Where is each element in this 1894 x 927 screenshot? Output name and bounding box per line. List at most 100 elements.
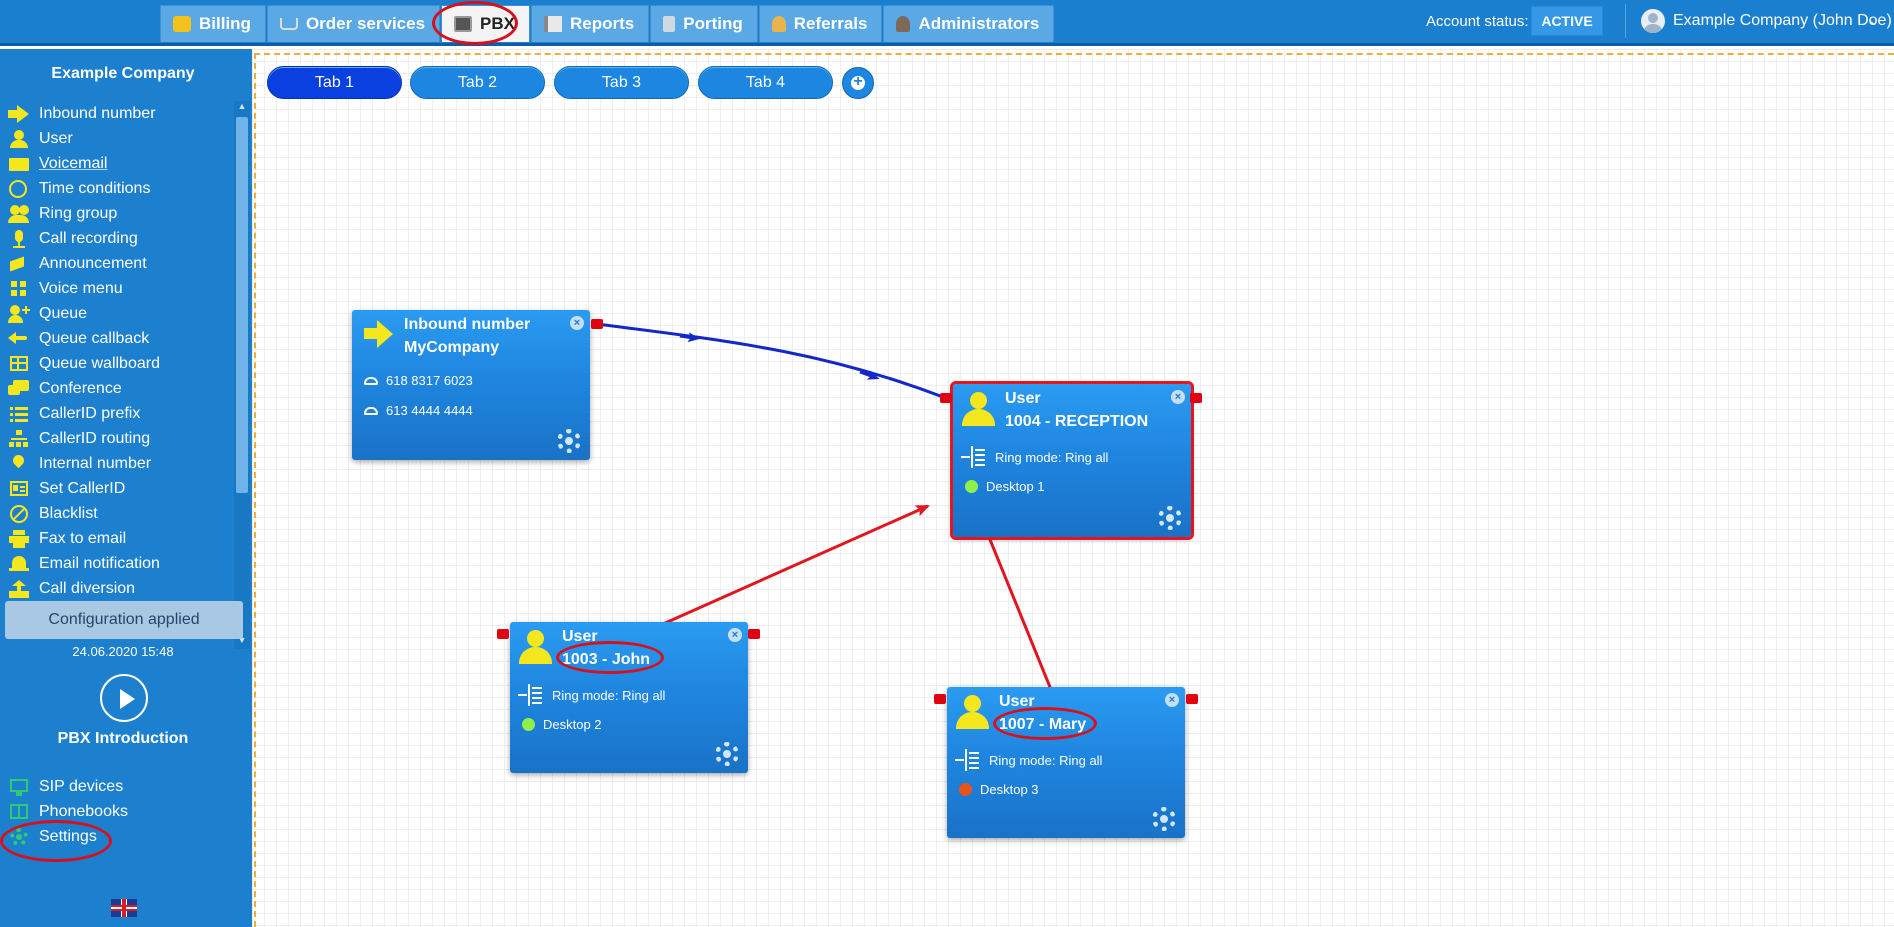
ring-mode-icon	[961, 446, 987, 468]
connector-port[interactable]	[940, 393, 952, 403]
sidebar-item-settings[interactable]: Settings	[0, 824, 246, 849]
connector-port[interactable]	[1190, 393, 1202, 403]
sidebar-item-email-notification[interactable]: Email notification	[0, 551, 234, 576]
ring-mode-icon	[518, 684, 544, 706]
inbound-number-row: 618 8317 6023	[364, 373, 473, 388]
gear-icon[interactable]	[1158, 506, 1182, 530]
sidebar-item-queue[interactable]: Queue	[0, 301, 234, 326]
upload-icon	[8, 579, 30, 598]
connector-port[interactable]	[591, 319, 603, 329]
canvas-tab-1[interactable]: Tab 1	[267, 66, 402, 99]
user-menu[interactable]: Example Company (John Doe)	[1673, 12, 1892, 30]
id-card-icon	[8, 480, 30, 498]
sidebar-item-label: Voice menu	[39, 279, 123, 297]
pbx-introduction-label[interactable]: PBX Introduction	[0, 730, 246, 748]
printer-icon	[8, 529, 30, 548]
reports-icon	[544, 16, 563, 32]
sidebar-item-call-recording[interactable]: Call recording	[0, 226, 234, 251]
close-icon[interactable]: ×	[570, 316, 584, 330]
tab-pbx[interactable]: PBX	[441, 5, 531, 42]
close-icon[interactable]: ×	[728, 628, 742, 642]
sidebar-item-voice-menu[interactable]: Voice menu	[0, 276, 234, 301]
porting-icon	[663, 16, 676, 32]
tab-porting[interactable]: Porting	[650, 5, 758, 42]
canvas-tab-2[interactable]: Tab 2	[410, 66, 545, 99]
sidebar-item-user[interactable]: User	[0, 126, 234, 151]
tab-reports[interactable]: Reports	[531, 5, 650, 42]
configuration-applied-button[interactable]: Configuration applied	[5, 601, 243, 639]
connector-port[interactable]	[748, 629, 760, 639]
node-inbound-number[interactable]: Inbound number MyCompany × 618 8317 6023…	[352, 310, 590, 460]
uk-flag-icon[interactable]	[111, 899, 137, 917]
device-name: Desktop 1	[986, 479, 1045, 494]
tab-referrals[interactable]: Referrals	[758, 5, 883, 42]
sidebar-item-label: CallerID routing	[39, 429, 151, 447]
device-name: Desktop 3	[980, 782, 1039, 797]
sidebar-item-voicemail[interactable]: Voicemail	[0, 151, 234, 176]
sidebar-item-time-conditions[interactable]: Time conditions	[0, 176, 234, 201]
ring-mode: Ring mode: Ring all	[995, 449, 1109, 465]
monitor-icon	[8, 778, 30, 796]
sidebar-item-label: Conference	[39, 379, 122, 397]
sidebar-item-label: Internal number	[39, 454, 152, 472]
phone-icon	[364, 376, 378, 385]
user-icon	[960, 392, 996, 428]
connector-port[interactable]	[1186, 694, 1198, 704]
sidebar-item-sip-devices[interactable]: SIP devices	[0, 774, 246, 799]
account-status-badge: ACTIVE	[1531, 6, 1603, 36]
sidebar-scrollbar-thumb[interactable]	[236, 117, 248, 493]
sidebar-item-internal-number[interactable]: Internal number	[0, 451, 234, 476]
chevron-down-icon[interactable]: ⌄	[1868, 12, 1880, 29]
tab-billing[interactable]: Billing	[160, 5, 266, 42]
gear-icon[interactable]	[557, 429, 581, 453]
node-name: 1007 - Mary	[999, 716, 1087, 733]
scroll-up-icon[interactable]: ▲	[234, 101, 250, 115]
phone-icon	[364, 406, 378, 415]
add-tab-icon[interactable]	[842, 67, 874, 99]
node-user-mary[interactable]: User 1007 - Mary × Ring mode: Ring all D…	[947, 687, 1185, 838]
list-icon	[8, 405, 30, 423]
sidebar-item-queue-wallboard[interactable]: Queue wallboard	[0, 351, 234, 376]
sidebar-item-label: User	[39, 129, 73, 147]
phone-number: 618 8317 6023	[386, 373, 473, 388]
device-row: Desktop 2	[522, 717, 602, 732]
connector-port[interactable]	[934, 694, 946, 704]
tab-administrators[interactable]: Administrators	[883, 5, 1055, 42]
sidebar-item-fax-to-email[interactable]: Fax to email	[0, 526, 234, 551]
ring-mode-row: Ring mode: Ring all	[518, 684, 665, 706]
sidebar-item-label: SIP devices	[39, 777, 124, 795]
canvas-tab-3[interactable]: Tab 3	[554, 66, 689, 99]
close-icon[interactable]: ×	[1171, 390, 1185, 404]
tab-order-services[interactable]: Order services	[266, 5, 441, 42]
user-plus-icon	[8, 304, 30, 323]
node-title: User	[1005, 390, 1041, 407]
gear-icon[interactable]	[1152, 807, 1176, 831]
sidebar-item-phonebooks[interactable]: Phonebooks	[0, 799, 246, 824]
sidebar-item-ring-group[interactable]: Ring group	[0, 201, 234, 226]
reply-icon	[8, 330, 30, 348]
sidebar-item-conference[interactable]: Conference	[0, 376, 234, 401]
envelope-icon	[8, 155, 30, 173]
close-icon[interactable]: ×	[1165, 693, 1179, 707]
sidebar-item-call-diversion[interactable]: Call diversion	[0, 576, 234, 601]
configuration-timestamp: 24.06.2020 15:48	[72, 644, 174, 659]
sidebar-item-announcement[interactable]: Announcement	[0, 251, 234, 276]
node-user-reception[interactable]: User 1004 - RECEPTION × Ring mode: Ring …	[950, 381, 1194, 540]
cart-icon	[279, 18, 298, 30]
sidebar-item-callerid-routing[interactable]: CallerID routing	[0, 426, 234, 451]
canvas-tab-4[interactable]: Tab 4	[698, 66, 833, 99]
node-name: 1003 - John	[562, 651, 651, 668]
sidebar-item-inbound-number[interactable]: Inbound number	[0, 101, 234, 126]
play-icon[interactable]	[100, 674, 148, 722]
connector-port[interactable]	[497, 629, 509, 639]
sidebar-item-label: Announcement	[39, 254, 147, 272]
sidebar-item-set-callerid[interactable]: Set CallerID	[0, 476, 234, 501]
avatar-icon[interactable]	[1641, 9, 1665, 33]
node-user-john[interactable]: User 1003 - John × Ring mode: Ring all D…	[510, 622, 748, 773]
sidebar-item-blacklist[interactable]: Blacklist	[0, 501, 234, 526]
gear-icon[interactable]	[715, 742, 739, 766]
grid-icon	[8, 280, 30, 298]
map-pin-icon	[8, 452, 30, 473]
sidebar-item-queue-callback[interactable]: Queue callback	[0, 326, 234, 351]
sidebar-item-callerid-prefix[interactable]: CallerID prefix	[0, 401, 234, 426]
